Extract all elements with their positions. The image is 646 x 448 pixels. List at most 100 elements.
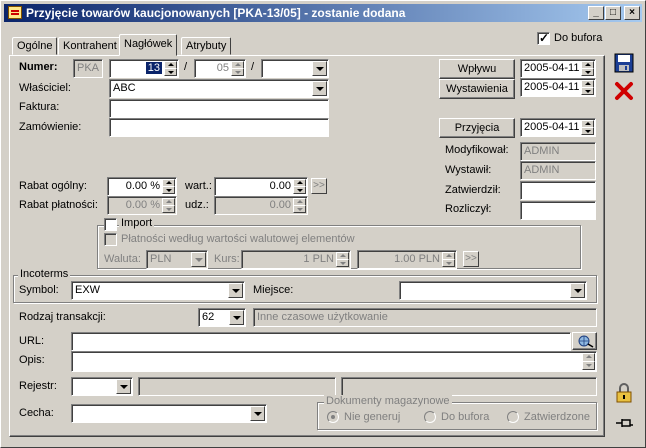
miejsce-dropdown[interactable] (399, 281, 587, 300)
przyjecia-date-spinner[interactable] (581, 120, 594, 135)
przyjecia-date-field[interactable]: 2005-04-11 (520, 118, 596, 137)
wplywu-button[interactable]: Wpływu (439, 59, 515, 79)
faktura-label: Faktura: (19, 101, 60, 113)
numer-sep2: / (251, 61, 255, 73)
rabat-ogolny-field[interactable]: 0.00 % (107, 177, 177, 196)
pin-icon[interactable] (612, 411, 636, 435)
wystawienia-date-spinner[interactable] (581, 80, 594, 95)
symbol-label: Symbol: (19, 284, 59, 296)
wystawienia-button[interactable]: Wystawienia (439, 79, 515, 99)
radio-zatwierdzone (507, 411, 519, 423)
kurs-spinner-2 (442, 252, 455, 267)
import-checkbox[interactable] (104, 218, 117, 231)
wart-spinner[interactable] (293, 179, 306, 194)
przyjecia-button[interactable]: Przyjęcia (439, 118, 515, 138)
opis-scrollbar[interactable] (582, 353, 595, 370)
kurs-value-1: 1 PLN (303, 253, 334, 265)
numer-year-field[interactable]: 05 (194, 59, 246, 78)
kurs-spinner-1 (336, 252, 349, 267)
rabat-ogolny-value: 0.00 % (125, 180, 160, 192)
rejestr-label: Rejestr: (19, 380, 57, 392)
modyfikowal-label: Modyfikował: (445, 144, 509, 156)
url-label: URL: (19, 335, 45, 347)
window-title: Przyjęcie towarów kaucjonowanych [PKA-13… (26, 6, 406, 20)
rabat-platnosci-spinner (162, 198, 175, 213)
kurs-label: Kurs: (214, 253, 240, 265)
radio-nie-generuj-label: Nie generuj (344, 411, 401, 423)
numer-series-dropdown[interactable] (261, 59, 329, 78)
chevron-down-icon[interactable] (229, 310, 244, 325)
chevron-down-icon[interactable] (228, 283, 243, 298)
wlasciciel-dropdown[interactable]: ABC (109, 79, 329, 98)
udz-label: udz.: (185, 199, 209, 211)
wplywu-date-spinner[interactable] (581, 61, 594, 76)
do-bufora-checkbox[interactable] (537, 31, 550, 45)
close-button[interactable]: × (624, 6, 640, 20)
radio-nie-generuj (327, 411, 339, 423)
chevron-down-icon[interactable] (570, 283, 585, 298)
rejestr-name-field (138, 377, 336, 396)
tab-naglowek[interactable]: Nagłówek (119, 34, 178, 56)
zamowienie-field[interactable] (109, 118, 329, 137)
wystawienia-date-field[interactable]: 2005-04-11 (520, 78, 596, 97)
zatwierdzil-field (520, 181, 596, 200)
numer-prefix-field: PKA (73, 59, 103, 78)
rodzaj-transakcji-label: Rodzaj transakcji: (19, 311, 106, 323)
do-bufora-label: Do bufora (554, 32, 603, 44)
udz-value: 0.00 (269, 199, 291, 211)
numer-label: Numer: (19, 61, 58, 73)
waluta-dropdown: PLN (146, 250, 208, 269)
miejsce-label: Miejsce: (253, 284, 294, 296)
delete-icon[interactable] (612, 79, 636, 103)
minimize-button[interactable]: _ (588, 6, 604, 20)
chevron-down-icon[interactable] (250, 406, 265, 421)
udz-field: 0.00 (214, 196, 308, 215)
wplywu-date-value: 2005-04-11 (524, 62, 580, 74)
rodzaj-transakcji-description: Inne czasowe użytkowanie (253, 308, 597, 327)
numer-number-spinner[interactable] (164, 61, 177, 76)
maximize-button[interactable]: □ (605, 6, 621, 20)
rabat-ogolny-label: Rabat ogólny: (19, 180, 87, 192)
radio-do-bufora-label: Do bufora (441, 411, 490, 423)
save-icon[interactable] (612, 51, 636, 75)
globe-link-icon[interactable] (572, 332, 597, 350)
wart-field[interactable]: 0.00 (214, 177, 308, 196)
wart-label: wart.: (185, 180, 212, 192)
wystawil-field: ADMIN (520, 161, 596, 180)
opis-textarea[interactable] (71, 351, 597, 372)
title-bar: Przyjęcie towarów kaucjonowanych [PKA-13… (4, 4, 642, 22)
kurs-field-1: 1 PLN (241, 250, 351, 269)
rabat-platnosci-field: 0.00 % (107, 196, 177, 215)
rejestr-dropdown[interactable] (71, 377, 133, 396)
tab-atrybuty[interactable]: Atrybuty (181, 37, 232, 55)
kurs-field-2: 1.00 PLN (357, 250, 457, 269)
kurs-arrow-button: >> (463, 251, 479, 267)
lock-icon[interactable] (612, 381, 636, 405)
kurs-value-2: 1.00 PLN (394, 253, 440, 265)
url-field[interactable] (71, 332, 571, 351)
tab-kontrahent[interactable]: Kontrahent (58, 37, 122, 55)
udz-spinner (293, 198, 306, 213)
zatwierdzil-label: Zatwierdził: (445, 184, 501, 196)
incoterms-title: Incoterms (18, 268, 71, 281)
import-label: Import (119, 217, 155, 230)
wplywu-date-field[interactable]: 2005-04-11 (520, 59, 596, 78)
chevron-down-icon[interactable] (312, 61, 327, 76)
rabat-platnosci-value: 0.00 % (125, 199, 160, 211)
cecha-dropdown[interactable] (71, 404, 267, 423)
chevron-down-icon[interactable] (312, 81, 327, 96)
tab-ogolne[interactable]: Ogólne (12, 37, 58, 55)
faktura-field[interactable] (109, 99, 329, 118)
numer-year-value: 05 (216, 62, 229, 74)
chevron-down-icon (191, 252, 206, 267)
numer-number-field[interactable]: 13 (109, 59, 179, 78)
rodzaj-transakcji-dropdown[interactable]: 62 (198, 308, 246, 327)
symbol-dropdown[interactable]: EXW (71, 281, 245, 300)
chevron-down-icon[interactable] (116, 379, 131, 394)
rabat-ogolny-spinner[interactable] (162, 179, 175, 194)
radio-do-bufora (424, 411, 436, 423)
numer-number-value: 13 (145, 62, 162, 74)
rabat-arrow-button[interactable]: >> (311, 178, 327, 194)
radio-zatwierdzone-label: Zatwierdzone (524, 411, 591, 423)
numer-year-spinner[interactable] (231, 61, 244, 76)
